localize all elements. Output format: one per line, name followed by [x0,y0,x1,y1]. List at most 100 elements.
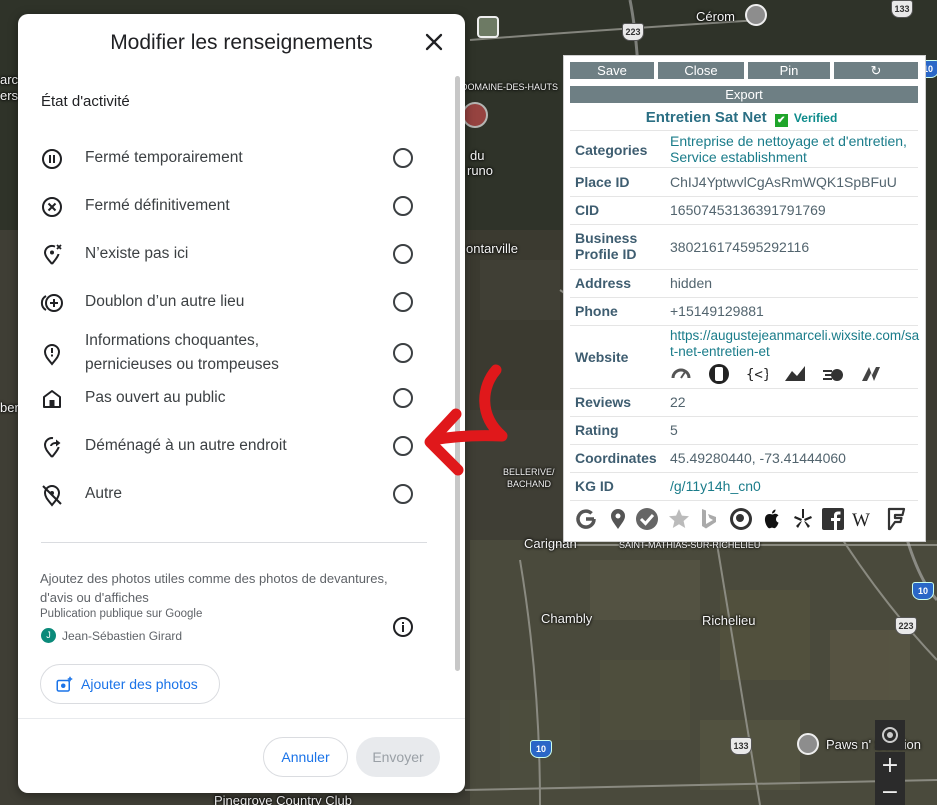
address-key: Address [575,275,632,291]
address-value: hidden [670,275,713,291]
duckduckgo-icon[interactable] [729,507,753,531]
speed-test-icon[interactable] [822,363,844,385]
option-label: Autre [85,485,123,502]
location-off-icon [43,244,62,265]
moved-location-icon [43,437,61,458]
svg-text:{<}: {<} [746,367,768,383]
nitro-icon[interactable] [860,363,882,385]
place-id-key: Place ID [575,174,630,190]
option-radio[interactable] [393,196,413,216]
option-other[interactable]: Autre [18,474,438,514]
categories-key: Categories [575,142,648,158]
highway-shield: 133 [891,0,913,18]
map-place-pin-icon[interactable] [797,733,819,755]
info-icon [393,617,413,637]
map-place-pin-icon[interactable] [745,4,767,26]
x-circle-icon [42,197,62,217]
refresh-button[interactable]: ↻ [834,62,918,79]
option-moved[interactable]: Déménagé à un autre endroit [18,426,438,466]
pause-circle-icon [42,149,62,169]
cid-value[interactable]: 16507453136391791769 [670,202,826,218]
business-name: Entretien Sat Net [645,109,767,126]
option-does-not-exist[interactable]: N’existe pas ici [18,234,438,274]
send-button[interactable]: Envoyer [356,737,440,777]
star-icon[interactable] [667,507,691,531]
row-divider [570,416,918,417]
add-photos-button[interactable]: Ajouter des photos [40,664,220,704]
reviews-value: 22 [670,394,686,410]
map-place-label[interactable]: Pinegrove Country Club [214,793,352,805]
foursquare-icon[interactable] [884,507,908,531]
mobile-friendly-icon[interactable] [708,363,730,385]
option-label: Doublon d’un autre lieu [85,293,245,310]
option-temporarily-closed[interactable]: Fermé temporairement [18,138,438,178]
kg-id-link[interactable]: /g/11y14h_cn0 [670,478,920,494]
option-radio[interactable] [393,436,413,456]
my-location-button[interactable] [875,720,905,750]
option-radio[interactable] [393,343,413,363]
save-button[interactable]: Save [570,62,654,79]
maps-pin-icon[interactable] [606,507,630,531]
my-location-icon [882,727,898,743]
report-pin-icon [43,344,61,366]
wikipedia-icon[interactable]: W [852,507,876,531]
option-duplicate[interactable]: Doublon d’un autre lieu [18,282,438,322]
row-divider [570,325,918,326]
option-radio[interactable] [393,388,413,408]
business-profile-id-key: Business Profile ID [575,230,638,262]
map-place-label[interactable]: Cérom [696,9,735,24]
structured-data-icon[interactable]: {<} [746,363,768,385]
yelp-icon[interactable] [791,507,815,531]
phone-value[interactable]: +15149129881 [670,303,764,319]
coordinates-value[interactable]: 45.49280440, -73.41444060 [670,450,846,466]
zoom-in-button[interactable]: + [875,752,905,782]
business-status-heading: État d'activité [41,93,130,110]
avatar: J [41,628,56,643]
option-radio[interactable] [393,244,413,264]
close-panel-button[interactable]: Close [658,62,744,79]
pagespeed-icon[interactable] [670,363,692,385]
option-radio[interactable] [393,484,413,504]
section-divider [41,542,427,543]
option-not-public[interactable]: Pas ouvert au public [18,378,438,418]
categories-value[interactable]: Entreprise de nettoyage et d'entretien, … [670,133,920,165]
option-offensive-info[interactable]: Informations choquantes, pernicieuses ou… [18,330,438,378]
checkmark-icon[interactable] [635,507,659,531]
option-label: Déménagé à un autre endroit [85,437,287,454]
pin-button[interactable]: Pin [748,62,830,79]
apple-icon[interactable] [760,507,784,531]
option-radio[interactable] [393,292,413,312]
bing-icon[interactable] [697,507,721,531]
photo-hint-text: Ajoutez des photos utiles comme des phot… [40,571,388,605]
option-permanently-closed[interactable]: Fermé définitivement [18,186,438,226]
cancel-button[interactable]: Annuler [263,737,348,777]
rating-key: Rating [575,422,619,438]
edit-info-dialog: Modifier les renseignements État d'activ… [18,14,465,793]
verified-label: Verified [793,111,838,125]
option-label: Pas ouvert au public [85,389,226,406]
row-divider [570,500,918,501]
business-profile-id-value[interactable]: 380216174595292116 [670,239,809,255]
google-icon[interactable] [574,507,598,531]
park-marker-icon[interactable] [477,16,499,38]
export-button[interactable]: Export [570,86,918,103]
website-link[interactable]: https://augustejeanmarceli.wixsite.com/s… [670,328,920,360]
map-place-label: runo [467,163,494,178]
option-label: N’existe pas ici [85,245,189,262]
map-city-label: Richelieu [702,613,756,628]
map-city-label: Chambly [541,611,593,626]
row-divider [570,224,918,225]
highway-shield: 133 [730,737,752,755]
location-slash-icon [42,485,62,507]
selected-location-marker-icon[interactable] [462,102,488,128]
trend-icon[interactable] [784,363,806,385]
close-button[interactable] [422,30,446,54]
row-divider [570,130,918,131]
zoom-out-button[interactable]: − [875,780,905,805]
info-button[interactable] [391,615,415,639]
add-photos-label: Ajouter des photos [81,676,198,692]
place-id-value[interactable]: ChIJ4YptwvlCgAsRmWQK1SpBFuU [670,174,897,190]
facebook-icon[interactable] [821,507,845,531]
option-radio[interactable] [393,148,413,168]
map-place-label[interactable]: Paws n' Session [826,737,921,752]
